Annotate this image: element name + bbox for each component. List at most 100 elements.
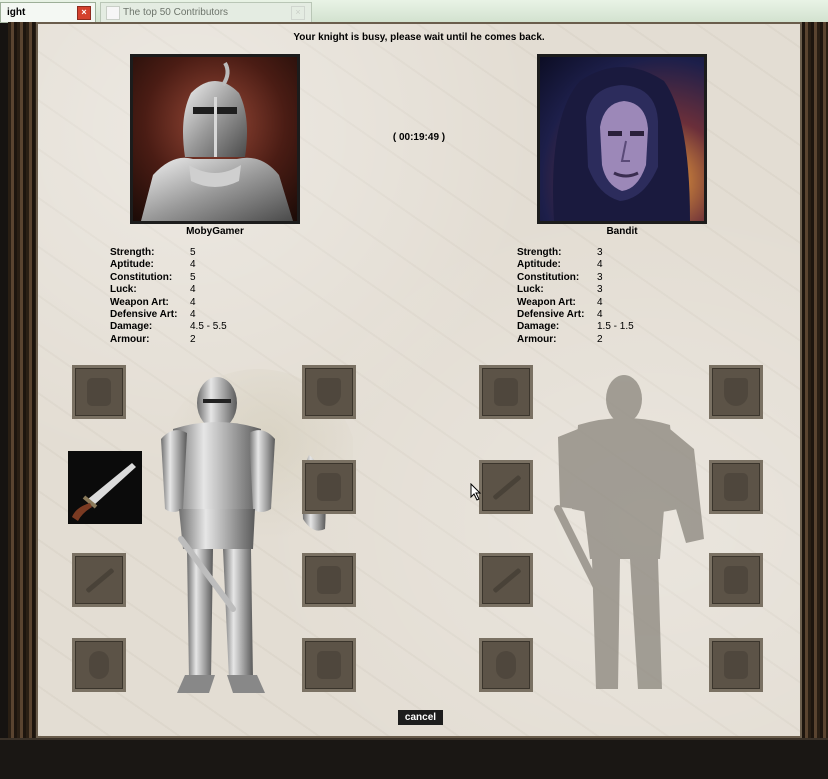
spear-slot-icon [85, 567, 115, 594]
opponent-silhouette [554, 375, 704, 689]
stat-label: Defensive Art: [517, 308, 585, 320]
opponent-gloves-slot[interactable] [479, 638, 533, 692]
shield-slot-icon [317, 378, 341, 406]
opponent-helmet-slot[interactable] [479, 365, 533, 419]
stat-row: Strength: 3 [517, 247, 634, 259]
stat-row: Armour: 2 [517, 334, 634, 346]
opponent-armour-slot[interactable] [709, 460, 763, 514]
stat-label: Weapon Art: [110, 296, 169, 308]
cancel-button[interactable]: cancel [398, 710, 443, 725]
boots-slot-icon [724, 651, 748, 679]
stat-label: Constitution: [110, 271, 173, 283]
stat-value: 3 [597, 247, 603, 258]
player-gloves-slot[interactable] [72, 638, 126, 692]
stat-label: Luck: [110, 284, 137, 296]
stat-value: 5 [190, 271, 196, 283]
stat-row: Constitution: 3 [517, 272, 634, 284]
stat-row: Constitution: 5 [110, 272, 227, 284]
stat-row: Aptitude: 4 [110, 259, 227, 271]
gloves-slot-icon [89, 651, 109, 679]
stat-row: Damage: 1.5 - 1.5 [517, 321, 634, 333]
player-leggings-slot[interactable] [302, 553, 356, 607]
helmet-slot-icon [87, 378, 111, 406]
tab-label: The top 50 Contributors [123, 7, 229, 18]
stat-value: 3 [597, 271, 603, 283]
stat-row: Defensive Art: 4 [517, 309, 634, 321]
mouse-cursor-icon [470, 483, 482, 501]
stat-row: Luck: 3 [517, 284, 634, 296]
leggings-slot-icon [724, 566, 748, 594]
helmet-slot-icon [494, 378, 518, 406]
spear-slot-icon [492, 567, 522, 594]
shield-slot-icon [724, 378, 748, 406]
player-portrait [130, 54, 300, 224]
close-tab-icon[interactable]: × [291, 6, 305, 20]
fight-timer: ( 00:19:49 ) [392, 132, 446, 143]
stat-label: Armour: [517, 333, 557, 345]
opponent-boots-slot[interactable] [709, 638, 763, 692]
stat-label: Armour: [110, 333, 150, 345]
stat-value: 4 [190, 284, 196, 296]
player-spear-slot[interactable] [72, 553, 126, 607]
stat-label: Weapon Art: [517, 296, 576, 308]
opponent-leggings-slot[interactable] [709, 553, 763, 607]
stat-value: 3 [597, 284, 603, 296]
stat-value: 4 [597, 296, 603, 308]
stat-row: Strength: 5 [110, 247, 227, 259]
tab-label: ight [7, 7, 26, 18]
leggings-slot-icon [317, 566, 341, 594]
stat-value: 5 [190, 247, 196, 258]
stat-value: 2 [190, 333, 196, 345]
opponent-stats: Strength: 3 Aptitude: 4 Constitution: 3 Luc… [517, 247, 634, 346]
player-stats: Strength: 5 Aptitude: 4 Constitution: 5 Luc… [110, 247, 227, 346]
close-tab-icon[interactable]: × [77, 6, 91, 20]
opponent-spear-slot[interactable] [479, 553, 533, 607]
stat-row: Weapon Art: 4 [110, 297, 227, 309]
stat-row: Armour: 2 [110, 334, 227, 346]
player-helmet-slot[interactable] [72, 365, 126, 419]
player-boots-slot[interactable] [302, 638, 356, 692]
status-message: Your knight is busy, please wait until h… [293, 32, 545, 43]
boots-slot-icon [317, 651, 341, 679]
page-favicon-icon [106, 6, 120, 20]
stat-row: Defensive Art: 4 [110, 309, 227, 321]
stat-row: Aptitude: 4 [517, 259, 634, 271]
stat-value: 1.5 - 1.5 [597, 321, 634, 333]
stat-label: Constitution: [517, 271, 580, 283]
armour-slot-icon [317, 473, 341, 501]
stat-label: Aptitude: [517, 259, 561, 271]
player-name: MobyGamer [186, 226, 244, 237]
tab-active[interactable]: ight × [0, 2, 96, 22]
stat-value: 4.5 - 5.5 [190, 321, 227, 333]
knight-portrait-icon [141, 61, 293, 221]
stat-value: 4 [597, 308, 603, 320]
frame-right-border [802, 22, 828, 738]
armour-slot-icon [724, 473, 748, 501]
stat-value: 4 [597, 259, 603, 271]
stat-label: Aptitude: [110, 259, 154, 271]
player-armour-slot[interactable] [302, 460, 356, 514]
dagger-icon [72, 463, 136, 521]
stat-label: Strength: [517, 247, 562, 258]
browser-tab-bar: ight × The top 50 Contributors × [0, 0, 828, 23]
bandit-portrait-icon [553, 67, 690, 221]
opponent-name: Bandit [606, 226, 638, 237]
player-weapon-slot[interactable] [68, 451, 142, 524]
stat-label: Strength: [110, 247, 155, 258]
opponent-shield-slot[interactable] [709, 365, 763, 419]
opponent-portrait [537, 54, 707, 224]
stat-label: Damage: [517, 321, 560, 333]
frame-left-border [8, 22, 36, 738]
stat-value: 4 [190, 308, 196, 320]
stat-value: 4 [190, 296, 196, 308]
tab-top-contributors[interactable]: The top 50 Contributors × [100, 2, 312, 22]
player-shield-slot[interactable] [302, 365, 356, 419]
opponent-weapon-slot[interactable] [479, 460, 533, 514]
gloves-slot-icon [496, 651, 516, 679]
stat-label: Luck: [517, 284, 544, 296]
fight-panel: Your knight is busy, please wait until h… [36, 22, 802, 738]
sword-slot-icon [492, 474, 522, 501]
stat-value: 2 [597, 333, 603, 345]
stat-value: 4 [190, 259, 196, 271]
stat-row: Luck: 4 [110, 284, 227, 296]
